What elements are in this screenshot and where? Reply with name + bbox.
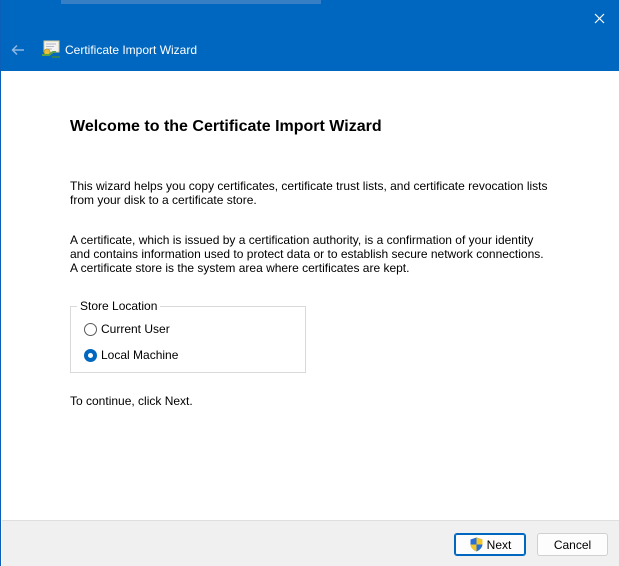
store-location-group: Store Location Current User Local Machin… <box>70 299 306 373</box>
back-button[interactable] <box>7 39 29 61</box>
radio-label-local-machine: Local Machine <box>101 348 179 362</box>
radio-button-checked[interactable] <box>84 348 97 362</box>
close-button[interactable] <box>586 6 612 30</box>
intro-line-2: from your disk to a certificate store. <box>70 193 257 207</box>
title-bar: Certificate Import Wizard <box>1 0 619 71</box>
radio-label-current-user: Current User <box>101 322 170 336</box>
description-line-1: A certificate, which is issued by a cert… <box>70 233 534 247</box>
continue-instruction: To continue, click Next. <box>70 394 193 408</box>
uac-shield-icon <box>470 537 483 552</box>
intro-paragraph: This wizard helps you copy certificates,… <box>70 179 590 207</box>
cancel-button[interactable]: Cancel <box>537 533 608 556</box>
next-button-label: Next <box>486 537 512 552</box>
certificate-description: A certificate, which is issued by a cert… <box>70 233 590 275</box>
intro-line-1: This wizard helps you copy certificates,… <box>70 179 548 193</box>
background-window-strip <box>61 0 321 4</box>
wizard-title: Certificate Import Wizard <box>65 43 198 57</box>
button-bar: Next Cancel <box>2 520 619 566</box>
close-icon <box>594 13 604 23</box>
next-button[interactable]: Next <box>454 533 526 556</box>
radio-button-unchecked[interactable] <box>84 322 97 336</box>
back-arrow-icon <box>11 44 24 56</box>
store-location-legend: Store Location <box>77 299 161 313</box>
cancel-button-label: Cancel <box>553 537 592 552</box>
wizard-window: Certificate Import Wizard Welcome to the… <box>0 0 619 566</box>
certificate-icon <box>42 40 60 58</box>
radio-local-machine[interactable]: Local Machine <box>84 348 178 362</box>
description-line-3: A certificate store is the system area w… <box>70 261 410 275</box>
description-line-2: and contains information used to protect… <box>70 247 544 261</box>
radio-current-user[interactable]: Current User <box>84 322 170 336</box>
page-heading: Welcome to the Certificate Import Wizard <box>70 118 382 135</box>
